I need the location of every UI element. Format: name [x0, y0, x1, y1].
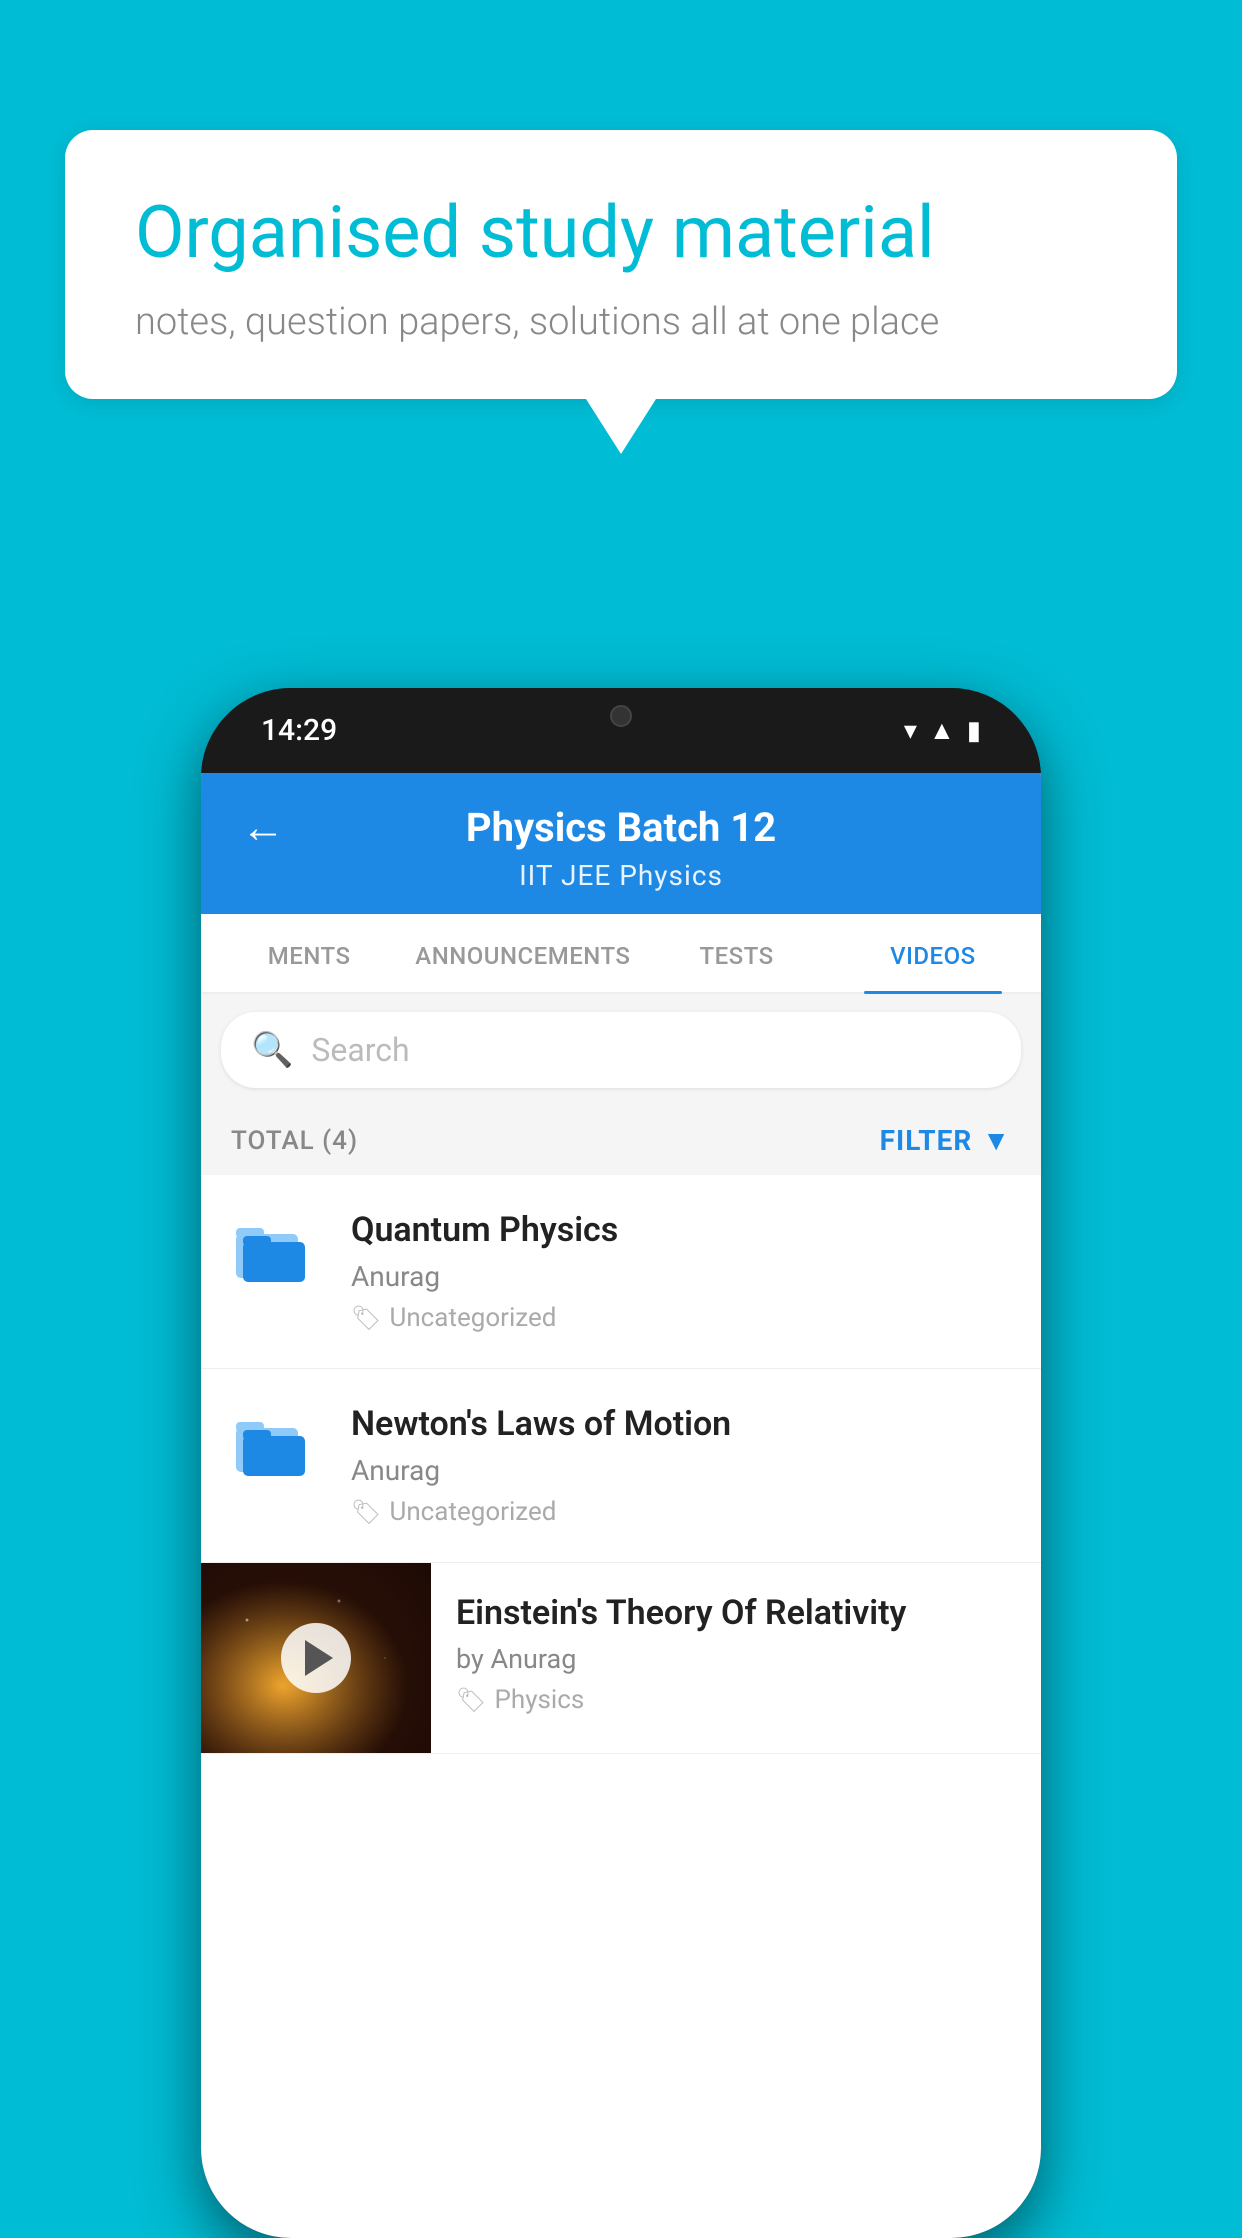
signal-icon: ▲ [929, 715, 955, 746]
video-title-3: Einstein's Theory Of Relativity [456, 1593, 1016, 1633]
phone-status-icons: ▾ ▲ ▮ [904, 715, 981, 746]
folder-icon-wrapper-2 [231, 1409, 321, 1485]
speech-bubble-pointer [586, 399, 656, 454]
video-info-3: Einstein's Theory Of Relativity by Anura… [431, 1563, 1041, 1745]
filter-row: TOTAL (4) FILTER ▼ [201, 1106, 1041, 1175]
tabs-bar: MENTS ANNOUNCEMENTS TESTS VIDEOS [201, 914, 1041, 994]
video-author-1: Anurag [351, 1260, 1011, 1293]
list-item[interactable]: Einstein's Theory Of Relativity by Anura… [201, 1563, 1041, 1754]
phone-screen: ← Physics Batch 12 IIT JEE Physics MENTS… [201, 773, 1041, 2238]
video-title-1: Quantum Physics [351, 1210, 1011, 1250]
tag-icon-1: 🏷 [351, 1304, 381, 1332]
app-title: Physics Batch 12 [466, 804, 776, 851]
battery-icon: ▮ [967, 716, 981, 746]
phone-status-bar: 14:29 ▾ ▲ ▮ [201, 688, 1041, 773]
tab-videos[interactable]: VIDEOS [835, 914, 1031, 992]
video-title-2: Newton's Laws of Motion [351, 1404, 1011, 1444]
search-input[interactable]: Search [311, 1031, 409, 1069]
phone-frame: 14:29 ▾ ▲ ▮ ← Physics Batch 12 IIT JEE P… [201, 688, 1041, 2238]
video-tag-3: 🏷 Physics [456, 1685, 1016, 1715]
phone-notch [541, 688, 701, 743]
phone-camera [610, 705, 632, 727]
play-triangle-icon [305, 1640, 333, 1676]
play-button[interactable] [281, 1623, 351, 1693]
total-count: TOTAL (4) [231, 1126, 358, 1156]
filter-label: FILTER [880, 1124, 973, 1157]
search-wrapper: 🔍 Search [201, 994, 1041, 1106]
video-tag-2: 🏷 Uncategorized [351, 1497, 1011, 1527]
app-subtitle-tags: IIT JEE Physics [519, 859, 723, 892]
speech-bubble-subtitle: notes, question papers, solutions all at… [135, 300, 1107, 344]
wifi-icon: ▾ [904, 716, 917, 746]
back-button[interactable]: ← [241, 801, 285, 853]
app-header-row: ← Physics Batch 12 [241, 801, 1001, 853]
video-info-1: Quantum Physics Anurag 🏷 Uncategorized [351, 1210, 1011, 1333]
tag-label-1: Uncategorized [389, 1303, 556, 1333]
folder-icon-wrapper [231, 1215, 321, 1291]
tag-label-3: Physics [494, 1685, 584, 1715]
status-time: 14:29 [261, 713, 337, 748]
app-header: ← Physics Batch 12 IIT JEE Physics [201, 773, 1041, 914]
folder-icon [231, 1215, 311, 1287]
video-tag-1: 🏷 Uncategorized [351, 1303, 1011, 1333]
video-author-3: by Anurag [456, 1643, 1016, 1675]
tag-icon-3: 🏷 [456, 1686, 486, 1714]
speech-bubble-section: Organised study material notes, question… [65, 130, 1177, 454]
tab-tests[interactable]: TESTS [638, 914, 834, 992]
video-author-2: Anurag [351, 1454, 1011, 1487]
video-list: Quantum Physics Anurag 🏷 Uncategorized [201, 1175, 1041, 1754]
tag-label-2: Uncategorized [389, 1497, 556, 1527]
video-thumbnail-3[interactable] [201, 1563, 431, 1753]
folder-icon-2 [231, 1409, 311, 1481]
speech-bubble-card: Organised study material notes, question… [65, 130, 1177, 399]
speech-bubble-title: Organised study material [135, 190, 1107, 276]
filter-button[interactable]: FILTER ▼ [880, 1124, 1011, 1157]
search-bar[interactable]: 🔍 Search [221, 1012, 1021, 1088]
tab-announcements[interactable]: ANNOUNCEMENTS [407, 914, 638, 992]
list-item[interactable]: Newton's Laws of Motion Anurag 🏷 Uncateg… [201, 1369, 1041, 1563]
filter-funnel-icon: ▼ [982, 1124, 1011, 1157]
search-icon: 🔍 [251, 1030, 293, 1070]
list-item[interactable]: Quantum Physics Anurag 🏷 Uncategorized [201, 1175, 1041, 1369]
video-info-2: Newton's Laws of Motion Anurag 🏷 Uncateg… [351, 1404, 1011, 1527]
tag-icon-2: 🏷 [351, 1498, 381, 1526]
tab-ments[interactable]: MENTS [211, 914, 407, 992]
